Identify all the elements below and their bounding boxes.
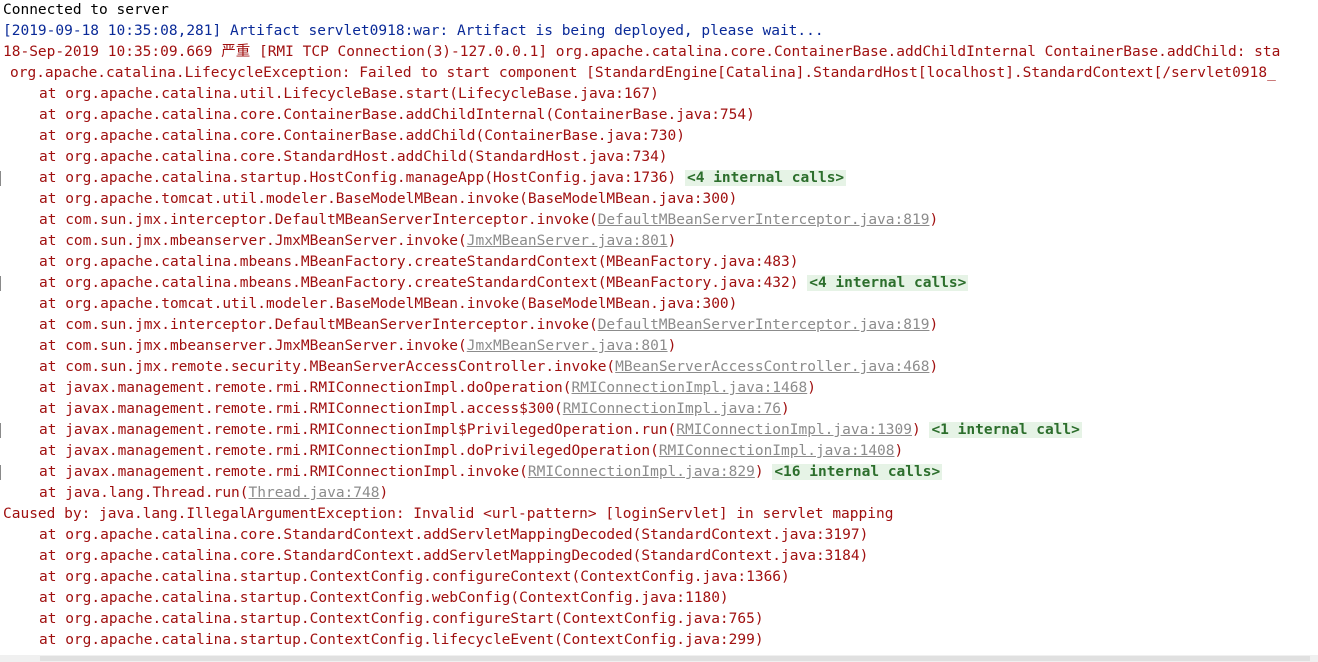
- console-output[interactable]: Connected to server [2019-09-18 10:35:08,…: [0, 0, 1318, 662]
- source-link[interactable]: Thread.java:748: [249, 485, 380, 501]
- source-link[interactable]: MBeanServerAccessController.java:468: [615, 359, 929, 375]
- log-line: [2019-09-18 10:35:08,281] Artifact servl…: [0, 21, 1318, 42]
- stack-frame-line: at javax.management.remote.rmi.RMIConnec…: [0, 399, 1318, 420]
- stack-frame-line: at org.apache.catalina.core.StandardHost…: [0, 147, 1318, 168]
- log-text: ): [929, 212, 939, 228]
- source-link[interactable]: RMIConnectionImpl.java:1309: [676, 422, 912, 438]
- log-text: ): [929, 359, 939, 375]
- stack-frame-line: at org.apache.catalina.mbeans.MBeanFacto…: [0, 273, 1318, 294]
- internal-calls-badge[interactable]: <4 internal calls>: [807, 275, 969, 291]
- stack-frame-line: at javax.management.remote.rmi.RMIConnec…: [0, 378, 1318, 399]
- source-link[interactable]: DefaultMBeanServerInterceptor.java:819: [598, 212, 930, 228]
- log-text: at org.apache.catalina.mbeans.MBeanFacto…: [39, 275, 799, 291]
- log-text: at com.sun.jmx.mbeanserver.JmxMBeanServe…: [39, 338, 467, 354]
- horizontal-scrollbar-thumb[interactable]: [40, 656, 1310, 661]
- stack-frame-line: at com.sun.jmx.interceptor.DefaultMBeanS…: [0, 210, 1318, 231]
- log-text: at org.apache.tomcat.util.modeler.BaseMo…: [39, 191, 738, 207]
- log-text: at com.sun.jmx.mbeanserver.JmxMBeanServe…: [39, 233, 467, 249]
- stack-frame-line: at org.apache.catalina.core.StandardCont…: [0, 525, 1318, 546]
- internal-calls-badge[interactable]: <1 internal call>: [929, 422, 1082, 438]
- log-text: 18-Sep-2019 10:35:09.669 严重 [RMI TCP Con…: [3, 44, 1281, 60]
- log-text: at org.apache.catalina.core.StandardCont…: [39, 527, 869, 543]
- log-text: at com.sun.jmx.interceptor.DefaultMBeanS…: [39, 317, 598, 333]
- log-text: at org.apache.catalina.startup.HostConfi…: [39, 170, 677, 186]
- log-text: at java.lang.Thread.run(: [39, 485, 249, 501]
- fold-marker-icon[interactable]: [0, 171, 1, 186]
- stack-frame-line: at org.apache.catalina.startup.ContextCo…: [0, 567, 1318, 588]
- log-text: at org.apache.catalina.mbeans.MBeanFacto…: [39, 254, 799, 270]
- horizontal-scrollbar[interactable]: [0, 655, 1318, 662]
- stack-frame-line: at com.sun.jmx.remote.security.MBeanServ…: [0, 357, 1318, 378]
- stack-frame-line: at org.apache.catalina.core.ContainerBas…: [0, 126, 1318, 147]
- stack-frame-line: at javax.management.remote.rmi.RMIConnec…: [0, 420, 1318, 441]
- stack-frame-line: at javax.management.remote.rmi.RMIConnec…: [0, 462, 1318, 483]
- source-link[interactable]: RMIConnectionImpl.java:829: [528, 464, 755, 480]
- stack-frame-line: at org.apache.catalina.core.ContainerBas…: [0, 105, 1318, 126]
- log-text: at org.apache.catalina.util.LifecycleBas…: [39, 86, 659, 102]
- stack-frame-line: at org.apache.tomcat.util.modeler.BaseMo…: [0, 189, 1318, 210]
- source-link[interactable]: DefaultMBeanServerInterceptor.java:819: [598, 317, 930, 333]
- stack-frame-line: at org.apache.catalina.core.StandardCont…: [0, 546, 1318, 567]
- log-text: at org.apache.catalina.core.ContainerBas…: [39, 128, 686, 144]
- stack-frame-line: at javax.management.remote.rmi.RMIConnec…: [0, 441, 1318, 462]
- log-text: at javax.management.remote.rmi.RMIConnec…: [39, 464, 528, 480]
- log-text: at org.apache.tomcat.util.modeler.BaseMo…: [39, 296, 738, 312]
- stack-frame-line: at org.apache.catalina.startup.ContextCo…: [0, 630, 1318, 651]
- fold-marker-icon[interactable]: [0, 276, 1, 291]
- source-link[interactable]: JmxMBeanServer.java:801: [467, 233, 668, 249]
- log-text: ): [754, 464, 773, 480]
- log-text: Caused by: java.lang.IllegalArgumentExce…: [3, 506, 894, 522]
- source-link[interactable]: RMIConnectionImpl.java:1468: [572, 380, 808, 396]
- log-text: at org.apache.catalina.core.StandardHost…: [39, 149, 668, 165]
- stack-frame-line: at com.sun.jmx.interceptor.DefaultMBeanS…: [0, 315, 1318, 336]
- log-text: ): [379, 485, 389, 501]
- fold-marker-icon[interactable]: [0, 465, 1, 480]
- stack-frame-line: at org.apache.tomcat.util.modeler.BaseMo…: [0, 294, 1318, 315]
- source-link[interactable]: RMIConnectionImpl.java:1408: [659, 443, 895, 459]
- log-text: at org.apache.catalina.startup.ContextCo…: [39, 632, 764, 648]
- log-text: at javax.management.remote.rmi.RMIConnec…: [39, 443, 659, 459]
- fold-marker-icon[interactable]: [0, 423, 1, 438]
- log-line: Connected to server: [0, 0, 1318, 21]
- internal-calls-badge[interactable]: <4 internal calls>: [685, 170, 847, 186]
- log-text: at com.sun.jmx.remote.security.MBeanServ…: [39, 359, 616, 375]
- log-text: ): [894, 443, 904, 459]
- console-lines: Connected to server [2019-09-18 10:35:08,…: [0, 0, 1318, 651]
- internal-calls-badge[interactable]: <16 internal calls>: [772, 464, 943, 480]
- stack-frame-line: at org.apache.catalina.util.LifecycleBas…: [0, 84, 1318, 105]
- stack-frame-line: at org.apache.catalina.startup.HostConfi…: [0, 168, 1318, 189]
- log-text: ): [807, 380, 816, 396]
- stack-frame-line: at org.apache.catalina.startup.ContextCo…: [0, 609, 1318, 630]
- log-text: [2019-09-18 10:35:08,281] Artifact servl…: [3, 23, 824, 39]
- log-text: ): [929, 317, 939, 333]
- log-text: Connected to server: [3, 2, 169, 18]
- stack-frame-line: at org.apache.catalina.mbeans.MBeanFacto…: [0, 252, 1318, 273]
- log-text: at javax.management.remote.rmi.RMIConnec…: [39, 401, 563, 417]
- log-text: ): [667, 338, 677, 354]
- log-text: at javax.management.remote.rmi.RMIConnec…: [39, 422, 677, 438]
- log-text: at javax.management.remote.rmi.RMIConnec…: [39, 380, 572, 396]
- stack-frame-line: at com.sun.jmx.mbeanserver.JmxMBeanServe…: [0, 231, 1318, 252]
- log-text: at org.apache.catalina.core.ContainerBas…: [39, 107, 755, 123]
- log-text: at org.apache.catalina.startup.ContextCo…: [39, 590, 729, 606]
- log-text: at org.apache.catalina.startup.ContextCo…: [39, 569, 790, 585]
- source-link[interactable]: JmxMBeanServer.java:801: [467, 338, 668, 354]
- stack-frame-line: at org.apache.catalina.startup.ContextCo…: [0, 588, 1318, 609]
- log-text: ): [781, 401, 790, 417]
- source-link[interactable]: RMIConnectionImpl.java:76: [563, 401, 781, 417]
- log-line: Caused by: java.lang.IllegalArgumentExce…: [0, 504, 1318, 525]
- log-text: at org.apache.catalina.core.StandardCont…: [39, 548, 869, 564]
- log-text: at com.sun.jmx.interceptor.DefaultMBeanS…: [39, 212, 598, 228]
- log-line: 18-Sep-2019 10:35:09.669 严重 [RMI TCP Con…: [0, 42, 1318, 63]
- stack-frame-line: at java.lang.Thread.run(Thread.java:748): [0, 483, 1318, 504]
- log-line: org.apache.catalina.LifecycleException: …: [0, 63, 1318, 84]
- log-text: org.apache.catalina.LifecycleException: …: [10, 65, 1276, 81]
- stack-frame-line: at com.sun.jmx.mbeanserver.JmxMBeanServe…: [0, 336, 1318, 357]
- log-text: ): [911, 422, 930, 438]
- log-text: ): [667, 233, 677, 249]
- log-text: at org.apache.catalina.startup.ContextCo…: [39, 611, 764, 627]
